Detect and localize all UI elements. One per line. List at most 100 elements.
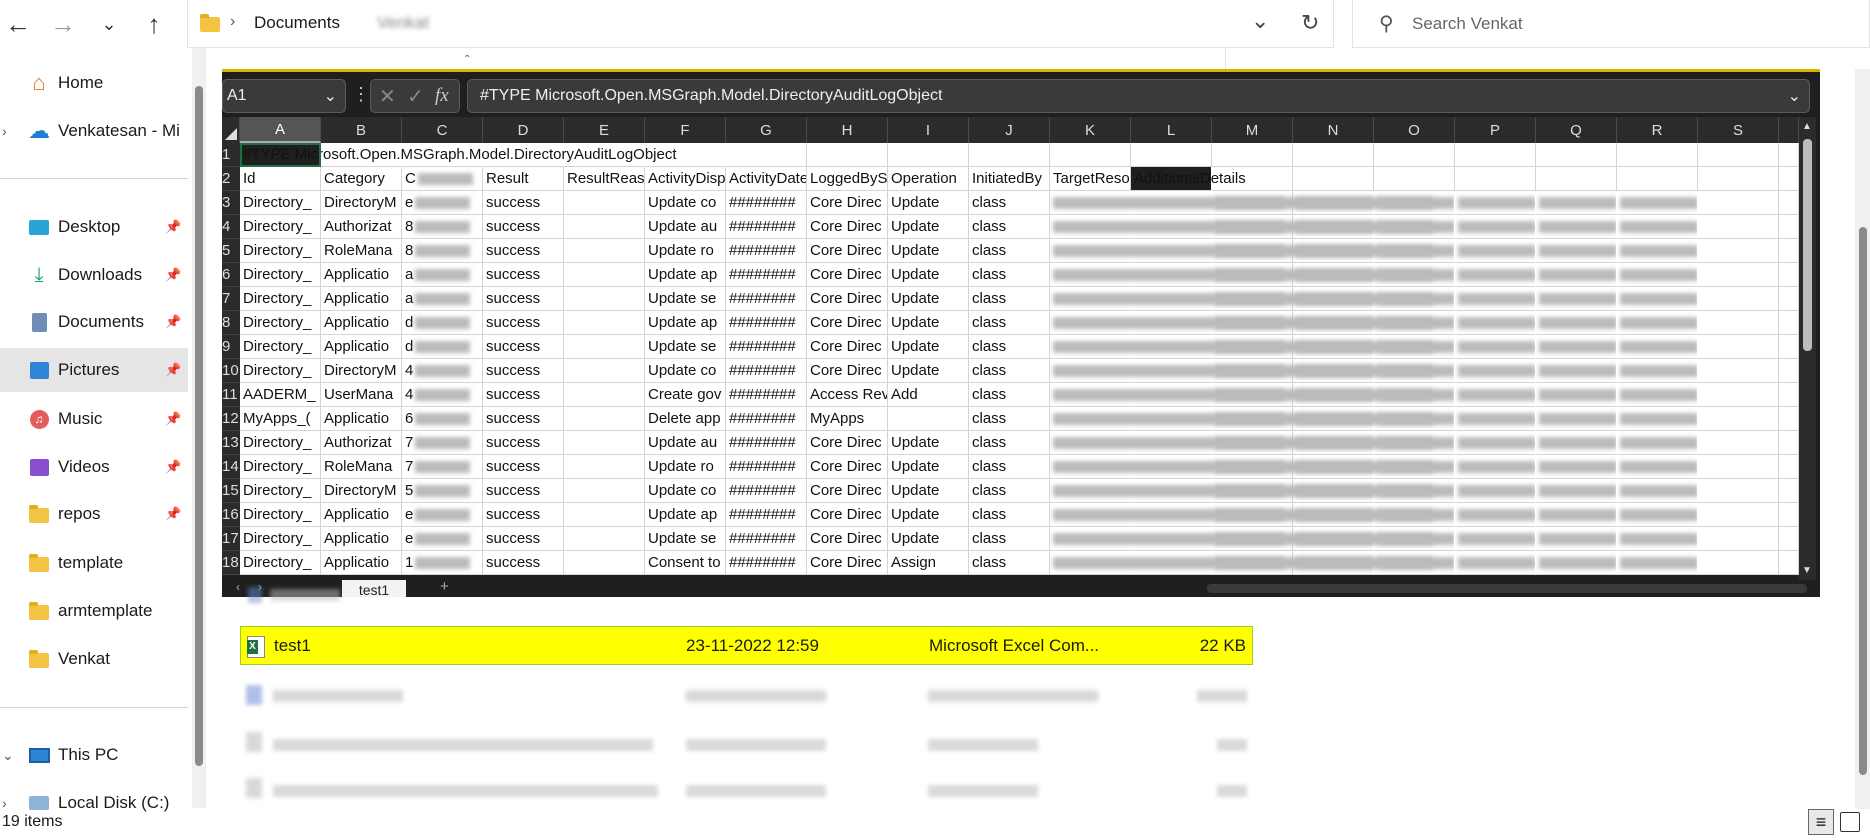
column-header-B[interactable]: B <box>321 117 402 143</box>
cell[interactable]: Update au <box>645 215 726 239</box>
cell[interactable]: success <box>483 287 564 311</box>
file-row-redacted[interactable] <box>240 767 1253 806</box>
refresh-icon[interactable]: ↻ <box>1301 10 1319 36</box>
insert-function-icon[interactable]: fx <box>435 85 449 107</box>
cell[interactable] <box>1779 383 1799 407</box>
formula-bar-input[interactable]: #TYPE Microsoft.Open.MSGraph.Model.Direc… <box>467 79 1810 113</box>
cell[interactable] <box>1698 527 1779 551</box>
cell[interactable] <box>969 143 1050 167</box>
cell[interactable]: Update <box>888 287 969 311</box>
cell[interactable] <box>1536 311 1617 335</box>
cell-a1[interactable]: #TYPE Microsoft.Open.MSGraph.Model.Direc… <box>240 143 677 167</box>
column-header-O[interactable]: O <box>1374 117 1455 143</box>
cell[interactable] <box>1779 215 1799 239</box>
cell[interactable]: 5 <box>402 479 483 503</box>
cell[interactable] <box>1698 359 1779 383</box>
cell[interactable] <box>1050 335 1433 359</box>
cell[interactable] <box>1617 383 1698 407</box>
cell[interactable]: Core Direc <box>807 479 888 503</box>
cell[interactable]: ######## <box>726 431 807 455</box>
cell[interactable] <box>1455 359 1536 383</box>
cell[interactable]: Update <box>888 479 969 503</box>
cell[interactable]: success <box>483 335 564 359</box>
cell[interactable]: Id <box>240 167 321 191</box>
back-button[interactable]: ← <box>0 6 36 42</box>
cell[interactable]: success <box>483 239 564 263</box>
cell[interactable]: ######## <box>726 359 807 383</box>
more-options-icon[interactable]: ⋮ <box>352 84 370 105</box>
details-view-icon[interactable]: ≡ <box>1808 809 1834 835</box>
column-header-H[interactable]: H <box>807 117 888 143</box>
cell[interactable] <box>564 239 645 263</box>
cell[interactable] <box>1698 335 1779 359</box>
cell[interactable] <box>1050 215 1433 239</box>
cell[interactable]: Update <box>888 527 969 551</box>
cell[interactable] <box>1617 191 1698 215</box>
column-header-E[interactable]: E <box>564 117 645 143</box>
cell[interactable]: Update <box>888 263 969 287</box>
cell[interactable] <box>1698 551 1779 575</box>
cell[interactable] <box>1617 551 1698 575</box>
cell[interactable] <box>1293 167 1374 191</box>
cell[interactable] <box>564 191 645 215</box>
cell[interactable] <box>1455 239 1536 263</box>
file-row-redacted[interactable] <box>240 572 1253 611</box>
enter-check-icon[interactable]: ✓ <box>407 84 424 109</box>
cell[interactable]: Update <box>888 503 969 527</box>
cell[interactable]: Directory_ <box>240 527 321 551</box>
cell[interactable]: Directory_ <box>240 191 321 215</box>
cell[interactable]: 4 <box>402 359 483 383</box>
cell[interactable] <box>1698 287 1779 311</box>
cell[interactable]: Update <box>888 455 969 479</box>
cell[interactable]: Update <box>888 239 969 263</box>
row-header[interactable]: 12 <box>222 407 240 431</box>
cell[interactable]: Applicatio <box>321 407 402 431</box>
chevron-down-icon[interactable]: ⌄ <box>2 747 14 764</box>
column-header-P[interactable]: P <box>1455 117 1536 143</box>
file-row-redacted[interactable] <box>240 672 1253 711</box>
cell[interactable] <box>1455 215 1536 239</box>
cell[interactable] <box>1617 287 1698 311</box>
cell[interactable] <box>1536 143 1617 167</box>
cell[interactable]: class <box>969 479 1050 503</box>
cell[interactable]: success <box>483 527 564 551</box>
cell[interactable] <box>1455 551 1536 575</box>
cell[interactable] <box>1455 479 1536 503</box>
cell[interactable] <box>1455 335 1536 359</box>
cell[interactable] <box>1050 431 1433 455</box>
cell[interactable] <box>1536 383 1617 407</box>
cell[interactable]: Update ro <box>645 455 726 479</box>
cell[interactable] <box>1617 455 1698 479</box>
cell[interactable]: Core Direc <box>807 311 888 335</box>
cell[interactable] <box>564 359 645 383</box>
cell[interactable]: Category <box>321 167 402 191</box>
cell[interactable] <box>564 383 645 407</box>
cell[interactable]: Core Direc <box>807 455 888 479</box>
cell[interactable]: ActivityDisplayName <box>645 167 726 191</box>
cell[interactable] <box>1779 359 1799 383</box>
column-header-R[interactable]: R <box>1617 117 1698 143</box>
cell[interactable] <box>1779 407 1799 431</box>
cell[interactable]: Update ap <box>645 263 726 287</box>
cell[interactable]: Directory_ <box>240 479 321 503</box>
up-button[interactable]: ↑ <box>136 6 172 42</box>
cell[interactable] <box>1779 479 1799 503</box>
cell[interactable]: e <box>402 527 483 551</box>
cell[interactable] <box>564 431 645 455</box>
cell[interactable]: 8 <box>402 239 483 263</box>
cell[interactable]: ######## <box>726 263 807 287</box>
cell[interactable]: Delete app <box>645 407 726 431</box>
cell[interactable]: Core Direc <box>807 527 888 551</box>
pin-icon[interactable]: 📌 <box>165 459 181 475</box>
cell[interactable]: MyApps_( <box>240 407 321 431</box>
cell[interactable]: Update <box>888 359 969 383</box>
row-header[interactable]: 11 <box>222 383 240 407</box>
cell[interactable]: success <box>483 263 564 287</box>
cell[interactable]: success <box>483 215 564 239</box>
cell[interactable]: Directory_ <box>240 335 321 359</box>
search-box[interactable]: ⚲ Search Venkat <box>1352 0 1870 48</box>
cell[interactable]: Update au <box>645 431 726 455</box>
cell[interactable]: Core Direc <box>807 191 888 215</box>
file-row-redacted[interactable] <box>240 721 1253 760</box>
cell[interactable] <box>1779 191 1799 215</box>
